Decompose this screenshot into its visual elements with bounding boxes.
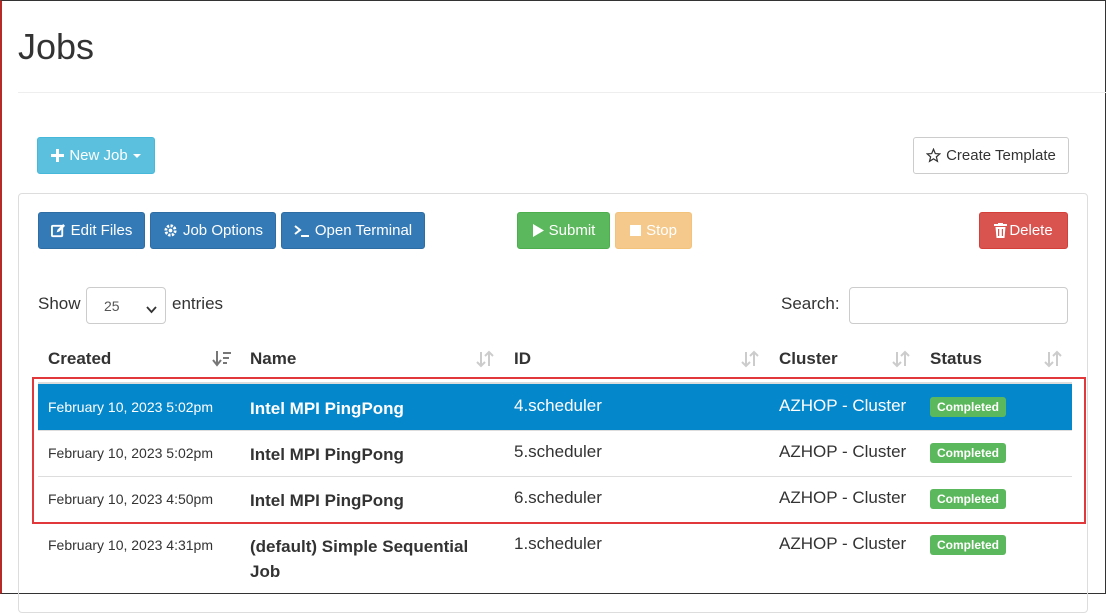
table-row[interactable]: February 10, 2023 5:02pm Intel MPI PingP… (38, 384, 1072, 430)
delete-button[interactable]: Delete (979, 212, 1068, 249)
cell-name: Intel MPI PingPong (250, 445, 404, 464)
star-icon (926, 148, 942, 163)
cell-cluster: AZHOP - Cluster (779, 488, 907, 507)
cell-name: Intel MPI PingPong (250, 399, 404, 418)
cell-cluster: AZHOP - Cluster (779, 534, 907, 553)
table-row[interactable]: February 10, 2023 4:31pm (default) Simpl… (38, 522, 1072, 594)
new-job-label: New Job (69, 147, 128, 164)
entries-value: 25 (104, 297, 120, 314)
sort-desc-icon[interactable] (212, 349, 232, 374)
open-terminal-label: Open Terminal (314, 222, 413, 239)
plus-icon (51, 149, 65, 162)
stop-button[interactable]: Stop (615, 212, 692, 249)
table-row[interactable]: February 10, 2023 5:02pm Intel MPI PingP… (38, 430, 1072, 476)
cell-name: (default) Simple Sequential Job (250, 537, 469, 581)
caret-down-icon (132, 153, 141, 158)
sort-both-icon[interactable] (891, 349, 911, 374)
submit-button[interactable]: Submit (517, 212, 610, 249)
edit-files-label: Edit Files (70, 222, 133, 239)
create-template-label: Create Template (946, 147, 1056, 164)
entries-label: entries (172, 294, 224, 313)
edit-icon (50, 223, 66, 238)
search-input[interactable] (849, 287, 1068, 324)
column-header-cluster[interactable]: Cluster (779, 349, 838, 369)
status-badge: Completed (930, 397, 1007, 417)
sort-both-icon[interactable] (475, 349, 495, 374)
cell-id: 1.scheduler (514, 534, 602, 553)
open-terminal-button[interactable]: Open Terminal (281, 212, 425, 249)
entries-select[interactable]: 25 (86, 287, 166, 324)
play-icon (532, 224, 544, 237)
title-divider (18, 92, 1106, 93)
stop-label: Stop (646, 222, 677, 239)
column-header-status[interactable]: Status (930, 349, 982, 369)
cell-id: 4.scheduler (514, 396, 602, 415)
status-badge: Completed (930, 489, 1007, 509)
page-title: Jobs (18, 26, 95, 67)
job-options-button[interactable]: Job Options (150, 212, 276, 249)
chevron-down-icon (146, 301, 157, 317)
cell-created: February 10, 2023 4:50pm (48, 491, 213, 507)
cell-name: Intel MPI PingPong (250, 491, 404, 510)
cell-created: February 10, 2023 5:02pm (48, 445, 213, 461)
column-header-name[interactable]: Name (250, 349, 296, 369)
search-label: Search: (781, 294, 840, 313)
show-label: Show (38, 294, 81, 313)
table-row[interactable]: February 10, 2023 4:50pm Intel MPI PingP… (38, 476, 1072, 522)
create-template-button[interactable]: Create Template (913, 137, 1069, 174)
cell-created: February 10, 2023 5:02pm (48, 399, 213, 415)
status-badge: Completed (930, 443, 1007, 463)
submit-label: Submit (548, 222, 596, 239)
column-header-created[interactable]: Created (48, 349, 111, 369)
column-header-id[interactable]: ID (514, 349, 531, 369)
cell-cluster: AZHOP - Cluster (779, 442, 907, 461)
new-job-button[interactable]: New Job (37, 137, 155, 174)
job-options-label: Job Options (182, 222, 264, 239)
cell-created: February 10, 2023 4:31pm (48, 537, 213, 553)
delete-label: Delete (1009, 222, 1053, 239)
cell-id: 5.scheduler (514, 442, 602, 461)
cell-id: 6.scheduler (514, 488, 602, 507)
status-badge: Completed (930, 535, 1007, 555)
cell-cluster: AZHOP - Cluster (779, 396, 907, 415)
trash-icon (994, 223, 1008, 238)
stop-icon (630, 225, 642, 236)
edit-files-button[interactable]: Edit Files (38, 212, 145, 249)
terminal-icon (294, 224, 310, 238)
sort-both-icon[interactable] (740, 349, 760, 374)
sort-both-icon[interactable] (1043, 349, 1063, 374)
gear-icon (163, 223, 178, 238)
